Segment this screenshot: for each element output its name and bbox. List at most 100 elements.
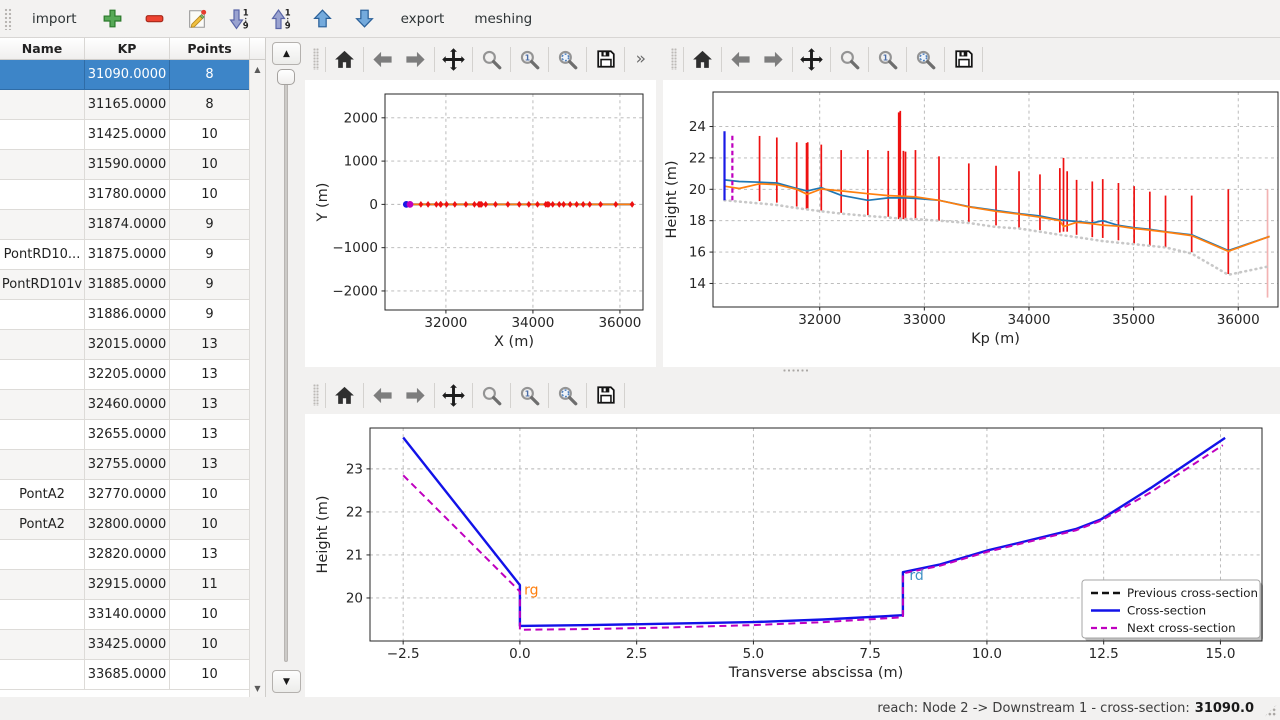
save-button[interactable] xyxy=(947,43,980,75)
toolbar-grip[interactable] xyxy=(4,8,12,30)
cell-kp: 31885.0000 xyxy=(85,270,170,299)
scroll-down-icon[interactable]: ▼ xyxy=(250,681,265,695)
table-row[interactable]: 32655.000013 xyxy=(0,420,250,450)
save-button[interactable] xyxy=(589,379,622,411)
table-row[interactable]: PontA232800.000010 xyxy=(0,510,250,540)
sort-ascending-button[interactable]: 19 xyxy=(263,4,299,34)
table-row[interactable]: 32820.000013 xyxy=(0,540,250,570)
zoom-button[interactable] xyxy=(833,43,866,75)
toolbar-grip[interactable] xyxy=(671,48,677,70)
cell-kp: 31165.0000 xyxy=(85,90,170,119)
table-row[interactable]: 32915.000011 xyxy=(0,570,250,600)
table-row[interactable]: 31165.00008 xyxy=(0,90,250,120)
table-row[interactable]: 32205.000013 xyxy=(0,360,250,390)
pan-icon xyxy=(799,47,824,72)
table-row[interactable]: 33685.000010 xyxy=(0,660,250,690)
sort-descending-button[interactable]: 19 xyxy=(221,4,257,34)
zoom-fit-button[interactable] xyxy=(551,379,584,411)
cross-section-points xyxy=(452,201,457,208)
zoom-button[interactable] xyxy=(475,379,508,411)
table-row[interactable]: 32460.000013 xyxy=(0,390,250,420)
svg-text:−2.5: −2.5 xyxy=(387,646,420,662)
edit-button[interactable] xyxy=(179,4,215,34)
import-button[interactable]: import xyxy=(20,4,89,34)
slider-thumb[interactable] xyxy=(277,69,295,85)
zoom-original-button[interactable]: 1 xyxy=(513,379,546,411)
table-row[interactable]: 32015.000013 xyxy=(0,330,250,360)
home-icon xyxy=(333,384,356,407)
slider-up-button[interactable]: ▲ xyxy=(272,42,301,65)
table-row[interactable]: 33140.000010 xyxy=(0,600,250,630)
save-button[interactable] xyxy=(589,43,622,75)
slider-down-button[interactable]: ▼ xyxy=(272,670,301,693)
cell-kp: 32655.0000 xyxy=(85,420,170,449)
svg-text:9: 9 xyxy=(284,21,290,31)
forward-button[interactable] xyxy=(399,379,432,411)
table-row[interactable]: 31874.00009 xyxy=(0,210,250,240)
scroll-up-icon[interactable]: ▲ xyxy=(250,62,265,76)
table-row[interactable]: 31780.000010 xyxy=(0,180,250,210)
table-row[interactable]: PontRD10...31875.00009 xyxy=(0,240,250,270)
toolbar-separator xyxy=(586,47,587,72)
toolbar-separator xyxy=(548,383,549,408)
pan-button[interactable] xyxy=(795,43,828,75)
cell-name xyxy=(0,120,85,149)
table-row[interactable]: 32755.000013 xyxy=(0,450,250,480)
slider-track[interactable] xyxy=(284,71,288,662)
cell-points: 10 xyxy=(170,600,250,629)
zoom-button[interactable] xyxy=(475,43,508,75)
table-row[interactable]: 31886.00009 xyxy=(0,300,250,330)
move-up-button[interactable] xyxy=(305,4,341,34)
svg-text:1: 1 xyxy=(883,53,888,62)
cross-section-points xyxy=(535,201,540,208)
column-header-name[interactable]: Name xyxy=(0,38,85,59)
horizontal-splitter[interactable] xyxy=(305,367,1280,374)
home-button[interactable] xyxy=(328,379,361,411)
move-down-button[interactable] xyxy=(347,4,383,34)
pan-button[interactable] xyxy=(437,379,470,411)
table-row[interactable]: PontA232770.000010 xyxy=(0,480,250,510)
back-button[interactable] xyxy=(366,43,399,75)
cross-sections-table: Name KP Points 31090.0000831165.00008314… xyxy=(0,38,266,697)
forward-button[interactable] xyxy=(399,43,432,75)
table-scrollbar[interactable]: ▲ ▼ xyxy=(249,60,265,697)
splitter-grip-icon[interactable] xyxy=(783,369,809,372)
toolbar-grip[interactable] xyxy=(313,48,319,70)
forward-button[interactable] xyxy=(757,43,790,75)
toolbar-separator xyxy=(472,383,473,408)
home-button[interactable] xyxy=(328,43,361,75)
sort-descending-icon: 19 xyxy=(227,7,251,31)
pan-button[interactable] xyxy=(437,43,470,75)
vertical-splitter[interactable] xyxy=(656,38,663,367)
profile-canvas[interactable]: 3200033000340003500036000141618202224Kp … xyxy=(663,80,1280,367)
column-header-kp[interactable]: KP xyxy=(85,38,170,59)
cross-section-canvas[interactable]: rgrd−2.50.02.55.07.510.012.515.020212223… xyxy=(305,414,1280,697)
add-button[interactable] xyxy=(95,4,131,34)
back-button[interactable] xyxy=(724,43,757,75)
table-row[interactable]: 31590.000010 xyxy=(0,150,250,180)
svg-text:32000: 32000 xyxy=(424,315,467,331)
export-button[interactable]: export xyxy=(389,4,457,34)
toolbar-separator xyxy=(830,47,831,72)
toolbar-grip[interactable] xyxy=(313,384,319,406)
meshing-button[interactable]: meshing xyxy=(462,4,544,34)
table-row[interactable]: 33425.000010 xyxy=(0,630,250,660)
legend-entry-label: Cross-section xyxy=(1127,604,1206,618)
zoom-original-button[interactable]: 1 xyxy=(513,43,546,75)
zoom-original-icon: 1 xyxy=(518,48,541,71)
legend[interactable]: Previous cross-sectionCross-sectionNext … xyxy=(1082,580,1263,641)
plan-view-canvas[interactable]: 320003400036000−2000−1000010002000X (m)Y… xyxy=(305,80,656,367)
zoom-fit-button[interactable] xyxy=(909,43,942,75)
toolbar-overflow-button[interactable]: » xyxy=(632,49,650,69)
save-icon xyxy=(595,384,617,406)
zoom-icon xyxy=(480,48,503,71)
back-button[interactable] xyxy=(366,379,399,411)
table-row[interactable]: 31425.000010 xyxy=(0,120,250,150)
table-row[interactable]: 31090.00008 xyxy=(0,60,250,90)
zoom-fit-button[interactable] xyxy=(551,43,584,75)
zoom-original-button[interactable]: 1 xyxy=(871,43,904,75)
home-button[interactable] xyxy=(686,43,719,75)
column-header-points[interactable]: Points xyxy=(170,38,250,59)
table-row[interactable]: PontRD101v31885.00009 xyxy=(0,270,250,300)
remove-button[interactable] xyxy=(137,4,173,34)
